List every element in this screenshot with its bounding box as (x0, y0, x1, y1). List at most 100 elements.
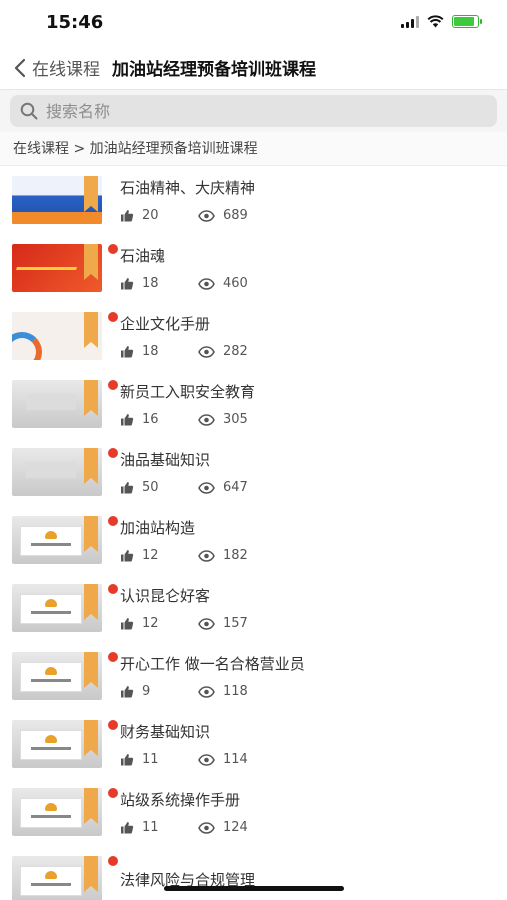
thumbs-up-icon (121, 686, 134, 698)
view-count-value: 124 (223, 820, 248, 835)
course-item[interactable]: 站级系统操作手册 11 124 (12, 778, 507, 846)
new-badge (108, 244, 118, 254)
search-icon (20, 102, 38, 120)
like-count-value: 9 (142, 684, 151, 699)
course-thumbnail (12, 380, 102, 428)
wifi-icon (427, 15, 444, 28)
thumbs-up-icon (121, 414, 134, 426)
new-badge (108, 516, 118, 526)
course-thumbnail (12, 448, 102, 496)
eye-icon (198, 413, 215, 426)
new-badge (108, 856, 118, 866)
nav-bar: 在线课程 加油站经理预备培训班课程 (0, 46, 507, 90)
course-title: 开心工作 做一名合格营业员 (120, 655, 305, 673)
view-count-value: 460 (223, 276, 248, 291)
view-count: 124 (198, 820, 248, 835)
like-count-value: 18 (142, 276, 159, 291)
thumbs-up-icon (121, 278, 134, 290)
like-count: 18 (120, 344, 198, 359)
view-count: 114 (198, 752, 248, 767)
course-item[interactable]: 开心工作 做一名合格营业员 9 118 (12, 642, 507, 710)
like-count: 9 (120, 684, 198, 699)
like-count: 16 (120, 412, 198, 427)
view-count-value: 182 (223, 548, 248, 563)
view-count: 305 (198, 412, 248, 427)
search-bar (0, 90, 507, 132)
course-title: 站级系统操作手册 (120, 791, 241, 809)
like-count-value: 50 (142, 480, 159, 495)
like-count: 18 (120, 276, 198, 291)
thumbs-up-icon (121, 346, 134, 358)
eye-icon (198, 617, 215, 630)
new-badge (108, 584, 118, 594)
eye-icon (198, 753, 215, 766)
like-count: 12 (120, 548, 198, 563)
like-count-value: 12 (142, 548, 159, 563)
view-count-value: 118 (223, 684, 248, 699)
like-count: 11 (120, 820, 198, 835)
thumbs-up-icon (121, 618, 134, 630)
chevron-left-icon (14, 58, 26, 77)
status-time: 15:46 (46, 12, 104, 33)
status-icons (401, 15, 482, 28)
new-badge (108, 380, 118, 390)
view-count: 282 (198, 344, 248, 359)
view-count-value: 647 (223, 480, 248, 495)
home-indicator (164, 886, 344, 891)
course-item[interactable]: 加油站构造 12 182 (12, 506, 507, 574)
view-count: 182 (198, 548, 248, 563)
like-count: 11 (120, 752, 198, 767)
like-count-value: 11 (142, 820, 159, 835)
view-count: 689 (198, 208, 248, 223)
course-title: 企业文化手册 (120, 315, 211, 333)
eye-icon (198, 277, 215, 290)
course-thumbnail (12, 856, 102, 900)
view-count-value: 305 (223, 412, 248, 427)
like-count-value: 16 (142, 412, 159, 427)
course-item[interactable]: 石油魂 18 460 (12, 234, 507, 302)
page-title: 加油站经理预备培训班课程 (112, 60, 316, 80)
new-badge (108, 652, 118, 662)
thumbs-up-icon (121, 754, 134, 766)
course-item[interactable]: 财务基础知识 11 114 (12, 710, 507, 778)
course-item[interactable]: 法律风险与合规管理 (12, 846, 507, 900)
course-item[interactable]: 认识昆仑好客 12 157 (12, 574, 507, 642)
back-button[interactable]: 在线课程 (14, 55, 100, 80)
eye-icon (198, 481, 215, 494)
course-thumbnail (12, 244, 102, 292)
course-title: 石油魂 (120, 247, 166, 265)
like-count: 20 (120, 208, 198, 223)
search-box[interactable] (10, 95, 497, 127)
course-title: 油品基础知识 (120, 451, 211, 469)
course-title: 认识昆仑好客 (120, 587, 211, 605)
new-badge (108, 788, 118, 798)
course-thumbnail (12, 176, 102, 224)
battery-icon (452, 15, 482, 28)
course-thumbnail (12, 516, 102, 564)
new-badge (108, 448, 118, 458)
eye-icon (198, 685, 215, 698)
signal-icon (401, 15, 419, 28)
course-item[interactable]: 企业文化手册 18 282 (12, 302, 507, 370)
course-title: 新员工入职安全教育 (120, 383, 256, 401)
thumbs-up-icon (121, 482, 134, 494)
view-count: 647 (198, 480, 248, 495)
course-title: 石油精神、大庆精神 (120, 179, 256, 197)
course-thumbnail (12, 720, 102, 768)
course-item[interactable]: 油品基础知识 50 647 (12, 438, 507, 506)
search-input[interactable] (46, 101, 466, 121)
like-count-value: 18 (142, 344, 159, 359)
view-count: 157 (198, 616, 248, 631)
course-item[interactable]: 石油精神、大庆精神 20 689 (12, 166, 507, 234)
thumbs-up-icon (121, 550, 134, 562)
course-title: 加油站构造 (120, 519, 196, 537)
view-count: 460 (198, 276, 248, 291)
course-item[interactable]: 新员工入职安全教育 16 305 (12, 370, 507, 438)
new-badge (108, 720, 118, 730)
course-thumbnail (12, 788, 102, 836)
like-count-value: 11 (142, 752, 159, 767)
eye-icon (198, 821, 215, 834)
like-count-value: 20 (142, 208, 159, 223)
new-badge (108, 312, 118, 322)
view-count: 118 (198, 684, 248, 699)
